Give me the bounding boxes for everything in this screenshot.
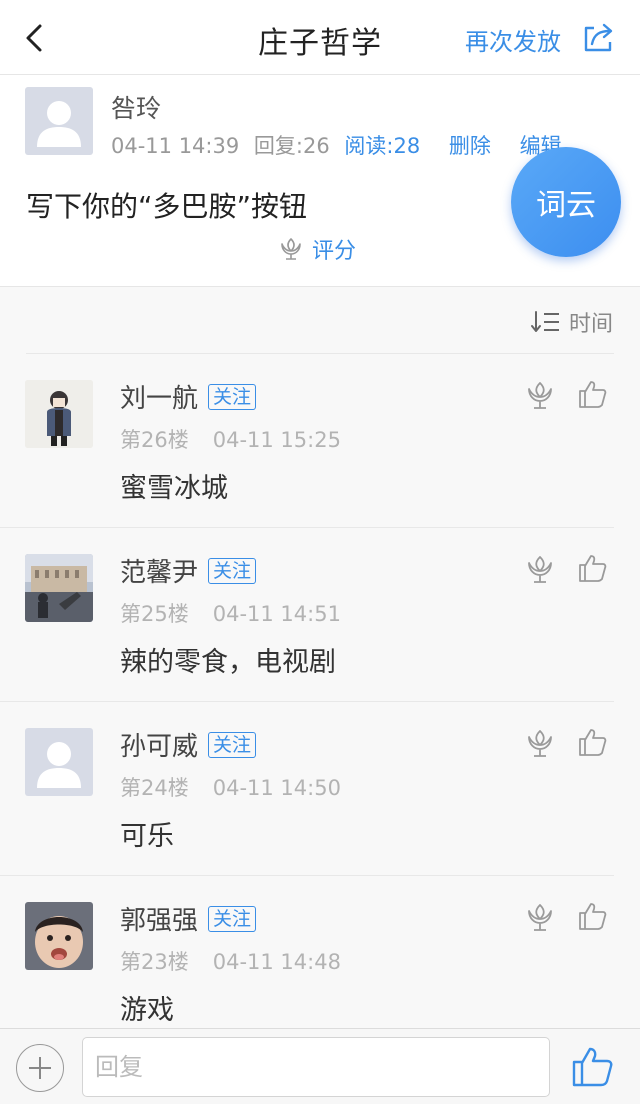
commenter-name: 范馨尹 关注 <box>120 552 257 589</box>
flower-icon <box>281 238 301 260</box>
comment-item: 范馨尹 关注 第25楼 04-11 14:51 辣的零食，电视剧 <box>0 528 640 702</box>
flower-icon[interactable] <box>525 902 555 934</box>
add-attachment-icon[interactable] <box>16 1044 64 1092</box>
comment-time: 04-11 15:25 <box>212 428 341 452</box>
commenter-avatar[interactable] <box>25 380 93 448</box>
floor-number: 第24楼 <box>120 776 189 800</box>
commenter-name-text[interactable]: 范馨尹 <box>120 558 198 588</box>
share-icon[interactable] <box>580 20 616 56</box>
sort-label: 时间 <box>568 312 613 337</box>
boy-illustration-icon <box>25 380 93 448</box>
commenter-name: 孙可威 关注 <box>120 726 257 763</box>
comment-meta: 第24楼 04-11 14:50 <box>120 772 341 802</box>
commenter-avatar[interactable] <box>25 554 93 622</box>
thumbs-up-icon[interactable] <box>570 1044 614 1088</box>
sort-by-time-button[interactable]: 时间 <box>530 306 613 338</box>
commenter-name-text[interactable]: 刘一航 <box>120 384 198 414</box>
post-author[interactable]: 咎玲 <box>111 89 161 125</box>
comment-text: 辣的零食，电视剧 <box>120 647 336 678</box>
comment-time: 04-11 14:50 <box>212 776 341 800</box>
rate-label: 评分 <box>312 239 357 264</box>
comment-item: 刘一航 关注 第26楼 04-11 15:25 蜜雪冰城 <box>0 354 640 528</box>
thumbs-up-icon[interactable] <box>576 552 608 584</box>
floor-number: 第23楼 <box>120 950 189 974</box>
commenter-avatar[interactable] <box>25 902 93 970</box>
default-avatar-icon <box>37 101 81 147</box>
flower-icon[interactable] <box>525 554 555 586</box>
thumbs-up-icon[interactable] <box>576 726 608 758</box>
follow-button[interactable]: 关注 <box>208 732 257 758</box>
post-content: 写下你的“多巴胺”按钮 <box>26 190 308 223</box>
resend-button[interactable]: 再次发放 <box>465 22 561 57</box>
delete-button[interactable]: 删除 <box>449 134 491 158</box>
floor-number: 第25楼 <box>120 602 189 626</box>
thumbs-up-icon[interactable] <box>576 900 608 932</box>
comment-text: 可乐 <box>120 821 174 852</box>
post-date: 04-11 14:39 <box>111 134 240 158</box>
comment-meta: 第25楼 04-11 14:51 <box>120 598 341 628</box>
thumbs-up-icon[interactable] <box>576 378 608 410</box>
commenter-avatar[interactable] <box>25 728 93 796</box>
comment-meta: 第23楼 04-11 14:48 <box>120 946 341 976</box>
comment-time: 04-11 14:48 <box>212 950 341 974</box>
default-avatar-icon <box>37 742 81 788</box>
floor-number: 第26楼 <box>120 428 189 452</box>
commenter-name-text[interactable]: 郭强强 <box>120 906 198 936</box>
flower-icon[interactable] <box>525 728 555 760</box>
baby-photo-icon <box>25 902 93 970</box>
reply-bar <box>0 1028 640 1104</box>
commenter-name: 刘一航 关注 <box>120 378 257 415</box>
read-count[interactable]: 阅读:28 <box>344 134 420 158</box>
sort-icon <box>530 311 559 332</box>
post-meta: 04-11 14:39 回复:26 阅读:28 删除 编辑 <box>111 130 570 160</box>
comment-text: 游戏 <box>120 995 174 1026</box>
reply-input[interactable] <box>82 1037 550 1097</box>
comment-item: 郭强强 关注 第23楼 04-11 14:48 游戏 <box>0 876 640 1050</box>
commenter-name-text[interactable]: 孙可威 <box>120 732 198 762</box>
comment-meta: 第26楼 04-11 15:25 <box>120 424 341 454</box>
rate-button[interactable]: 评分 <box>278 233 356 265</box>
comment-text: 蜜雪冰城 <box>120 473 228 504</box>
follow-button[interactable]: 关注 <box>208 906 257 932</box>
wordcloud-button[interactable]: 词云 <box>511 147 621 257</box>
flower-icon[interactable] <box>525 380 555 412</box>
comment-time: 04-11 14:51 <box>212 602 341 626</box>
reply-count: 回复:26 <box>253 134 330 158</box>
top-nav-bar: 庄子哲学 再次发放 <box>0 0 640 75</box>
commenter-name: 郭强强 关注 <box>120 900 257 937</box>
comment-item: 孙可威 关注 第24楼 04-11 14:50 可乐 <box>0 702 640 876</box>
follow-button[interactable]: 关注 <box>208 558 257 584</box>
author-avatar[interactable] <box>25 87 93 155</box>
city-photo-icon <box>25 554 93 622</box>
follow-button[interactable]: 关注 <box>208 384 257 410</box>
